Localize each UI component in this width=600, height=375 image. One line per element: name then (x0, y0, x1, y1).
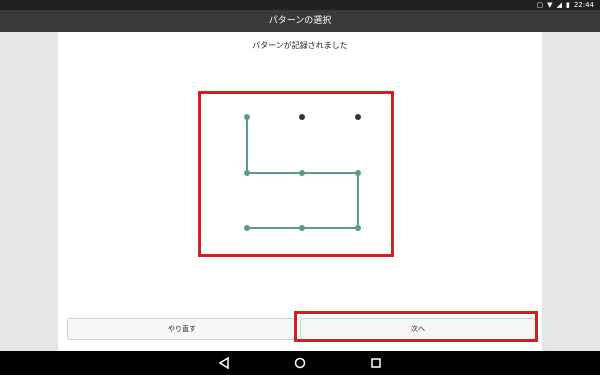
home-icon[interactable] (293, 356, 307, 370)
pattern-dot[interactable] (244, 170, 250, 176)
pattern-dot[interactable] (355, 225, 361, 231)
pattern-dot[interactable] (299, 170, 305, 176)
signal-icon: ◢ (556, 1, 562, 9)
page-title: パターンの選択 (0, 10, 600, 32)
status-time: 22:44 (573, 1, 594, 9)
pattern-dot[interactable] (355, 114, 361, 120)
pattern-grid[interactable] (201, 94, 391, 254)
vibrate-icon: ▢ (536, 1, 544, 9)
retry-button[interactable]: やり直す (67, 318, 297, 340)
nav-bar (0, 351, 600, 375)
back-icon[interactable] (217, 356, 231, 370)
recents-icon[interactable] (369, 356, 383, 370)
pattern-dot[interactable] (299, 225, 305, 231)
battery-icon: ▮ (565, 1, 570, 9)
pattern-highlight-box (198, 91, 394, 257)
status-icons: ▢ ▼ ◢ ▮ 22:44 (537, 0, 594, 10)
next-highlight-box (294, 311, 538, 342)
status-bar: ▢ ▼ ◢ ▮ 22:44 (0, 0, 600, 10)
pattern-dot[interactable] (299, 114, 305, 120)
wifi-icon: ▼ (547, 1, 553, 9)
pattern-status-text: パターンが記録されました (252, 41, 348, 50)
pattern-dot[interactable] (244, 114, 250, 120)
pattern-dot[interactable] (355, 170, 361, 176)
pattern-dot[interactable] (244, 225, 250, 231)
